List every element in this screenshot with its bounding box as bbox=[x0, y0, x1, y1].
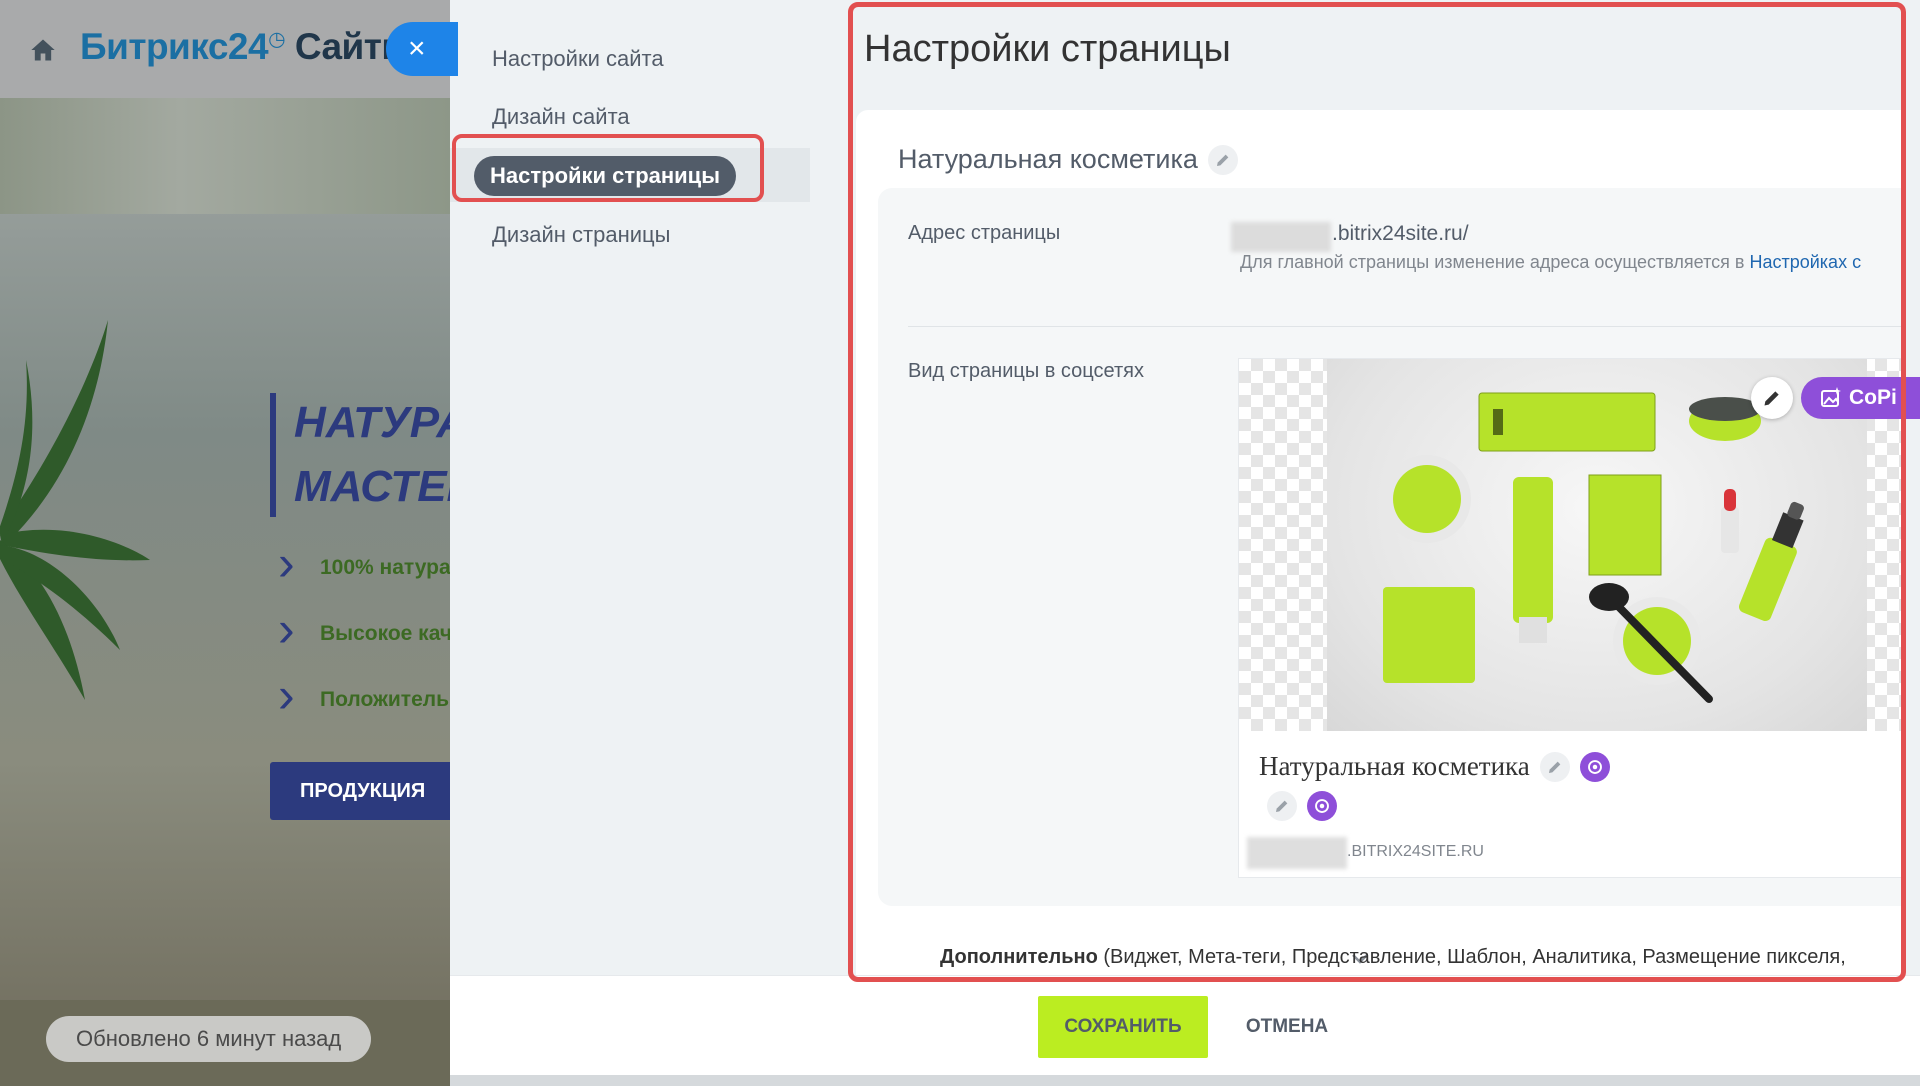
pencil-icon bbox=[1764, 391, 1779, 406]
pencil-icon bbox=[1548, 761, 1561, 773]
social-title: Натуральная косметика bbox=[1259, 751, 1530, 781]
close-slider-button[interactable]: × bbox=[386, 22, 458, 76]
page-settings-card: Натуральная косметика Адрес страницы .bi… bbox=[856, 110, 1920, 990]
bitrix24-sites-logo: Битрикс24◷ Сайты bbox=[80, 26, 413, 67]
site-banner-strip bbox=[0, 98, 450, 214]
edit-title-button[interactable] bbox=[1207, 144, 1238, 175]
edit-social-title-button[interactable] bbox=[1539, 751, 1570, 782]
leaf-image bbox=[0, 320, 150, 700]
save-button[interactable]: СОХРАНИТЬ bbox=[1038, 996, 1208, 1058]
copilot-icon bbox=[1315, 799, 1329, 813]
copilot-label: CoPi bbox=[1849, 386, 1897, 409]
blurred-subdomain bbox=[1231, 222, 1331, 252]
settings-fields: Адрес страницы .bitrix24site.ru/ Для гла… bbox=[878, 188, 1920, 906]
settings-slider: Настройки сайта Дизайн сайта Настройки с… bbox=[450, 0, 1920, 1086]
page-name-title: Натуральная косметика bbox=[898, 144, 1198, 174]
updated-status-badge: Обновлено 6 минут назад bbox=[46, 1016, 372, 1062]
site-headline-line-2: МАСТЕР bbox=[294, 462, 450, 511]
cosmetics-mockup-illustration bbox=[1383, 392, 1804, 703]
social-preview-label: Вид страницы в соцсетях bbox=[908, 360, 1144, 382]
copilot-title-button[interactable] bbox=[1579, 751, 1610, 782]
address-label: Адрес страницы bbox=[908, 222, 1061, 244]
additional-settings-toggle[interactable]: Дополнительно (Виджет, Мета-теги, Предст… bbox=[940, 946, 1846, 969]
cosmetics-product-photo bbox=[1327, 359, 1867, 731]
address-hint: Для главной страницы изменение адреса ос… bbox=[1240, 252, 1862, 272]
slider-footer: СОХРАНИТЬ ОТМЕНА bbox=[450, 975, 1920, 1075]
copilot-image-icon bbox=[1821, 387, 1841, 407]
menu-item-site-design[interactable]: Дизайн сайта bbox=[492, 104, 630, 130]
site-headline-line-1: НАТУРАЛ bbox=[294, 398, 450, 447]
pencil-icon bbox=[1276, 800, 1288, 812]
home-icon[interactable] bbox=[28, 36, 58, 64]
blurred-url-prefix bbox=[1247, 837, 1347, 869]
site-bullet-3: Положитель bbox=[278, 666, 449, 724]
menu-item-page-settings[interactable]: Настройки страницы bbox=[474, 156, 736, 196]
site-bullet-2: Высокое кач bbox=[278, 600, 450, 658]
pencil-icon bbox=[1216, 154, 1229, 166]
scrollbar[interactable] bbox=[1906, 0, 1920, 975]
page-title: Настройки страницы bbox=[864, 28, 1231, 70]
site-preview-header: Битрикс24◷ Сайты bbox=[0, 0, 450, 98]
edit-description-button[interactable] bbox=[1267, 791, 1297, 821]
panel-bottom-strip bbox=[450, 1075, 1920, 1086]
social-description-row bbox=[1257, 791, 1337, 821]
site-settings-link[interactable]: Настройках с bbox=[1749, 252, 1861, 272]
card-title-row: Натуральная косметика bbox=[898, 144, 1238, 175]
site-preview-background: Битрикс24◷ Сайты НАТУРАЛ МАСТЕР 100% нат… bbox=[0, 0, 450, 1086]
copilot-icon bbox=[1587, 759, 1602, 774]
copilot-description-button[interactable] bbox=[1307, 791, 1337, 821]
heading-accent-bar bbox=[270, 393, 276, 517]
menu-item-page-design[interactable]: Дизайн страницы bbox=[492, 222, 670, 248]
social-preview-card: CoPi Натуральная косметика .BITRIX24SITE… bbox=[1238, 358, 1920, 878]
divider bbox=[908, 326, 1920, 327]
settings-menu: Настройки сайта Дизайн сайта Настройки с… bbox=[450, 0, 810, 975]
site-bullet-1: 100% натура bbox=[278, 534, 450, 592]
menu-item-site-settings[interactable]: Настройки сайта bbox=[492, 46, 664, 72]
social-title-row: Натуральная косметика bbox=[1259, 751, 1610, 782]
products-button[interactable]: ПРОДУКЦИЯ bbox=[270, 762, 450, 820]
copilot-generate-image-button[interactable]: CoPi bbox=[1801, 377, 1920, 419]
cancel-button[interactable]: ОТМЕНА bbox=[1232, 996, 1342, 1058]
social-url: .BITRIX24SITE.RU bbox=[1347, 843, 1484, 860]
edit-image-button[interactable] bbox=[1751, 377, 1793, 419]
page-address-value: .bitrix24site.ru/ bbox=[1332, 222, 1469, 245]
